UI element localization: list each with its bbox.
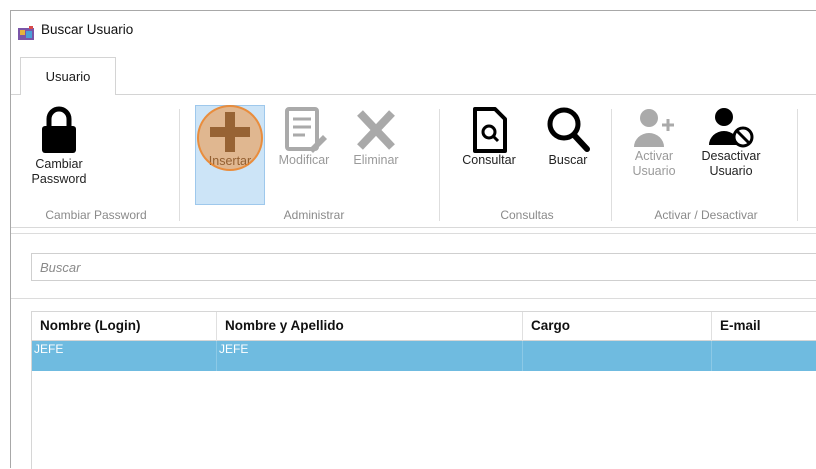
consult-label: Consultar <box>462 153 516 167</box>
deactivate-user-label-line1: Desactivar <box>701 149 761 163</box>
column-header-cargo[interactable]: Cargo <box>523 312 712 341</box>
insert-label: Insertar <box>208 154 252 168</box>
change-password-button[interactable]: Cambiar Password <box>19 101 99 201</box>
group-separator <box>611 109 612 221</box>
group-label-administrar: Administrar <box>283 208 345 222</box>
modify-button[interactable]: Modificar <box>267 101 341 201</box>
close-icon <box>357 110 395 150</box>
group-separator <box>797 109 798 221</box>
delete-button[interactable]: Eliminar <box>341 101 411 201</box>
table-row[interactable]: JEFE JEFE <box>32 341 816 371</box>
deactivate-user-button[interactable]: Desactivar Usuario <box>691 101 771 201</box>
tab-strip: Usuario <box>11 57 816 95</box>
users-table: Nombre (Login) Nombre y Apellido Cargo E… <box>31 311 816 469</box>
activate-user-label-line2: Usuario <box>632 164 676 178</box>
group-separator <box>179 109 180 221</box>
cell-cargo <box>523 341 712 371</box>
search-input[interactable] <box>31 253 816 281</box>
search-label: Buscar <box>548 153 588 167</box>
group-label-consultas: Consultas <box>500 208 554 222</box>
document-search-icon <box>473 107 507 153</box>
group-label-cambiar-password: Cambiar Password <box>45 208 147 222</box>
modify-label: Modificar <box>278 153 330 167</box>
activate-user-label-line1: Activar <box>634 149 674 163</box>
column-header-nombre[interactable]: Nombre y Apellido <box>217 312 523 341</box>
table-header: Nombre (Login) Nombre y Apellido Cargo E… <box>32 311 816 341</box>
lock-icon <box>42 106 76 153</box>
consult-button[interactable]: Consultar <box>449 101 529 201</box>
app-icon <box>18 26 34 40</box>
search-icon <box>547 107 590 152</box>
column-header-login[interactable]: Nombre (Login) <box>32 312 217 341</box>
window-title: Buscar Usuario <box>41 22 134 37</box>
search-area <box>11 233 816 299</box>
column-header-email[interactable]: E-mail <box>712 312 816 341</box>
ribbon-divider <box>11 227 816 228</box>
delete-label: Eliminar <box>353 153 399 167</box>
activate-user-button[interactable]: Activar Usuario <box>623 101 685 201</box>
insert-button[interactable]: Insertar <box>195 105 265 205</box>
group-separator <box>439 109 440 221</box>
cell-nombre: JEFE <box>217 341 523 371</box>
title-bar: Buscar Usuario <box>11 11 816 49</box>
cell-email <box>712 341 816 371</box>
cell-login: JEFE <box>32 341 217 371</box>
tab-usuario[interactable]: Usuario <box>20 57 116 95</box>
plus-icon <box>210 112 250 152</box>
deactivate-user-label-line2: Usuario <box>709 164 753 178</box>
group-label-activar-desactivar: Activar / Desactivar <box>654 208 758 222</box>
user-add-icon <box>634 109 674 147</box>
search-button[interactable]: Buscar <box>535 101 601 201</box>
change-password-label-line1: Cambiar <box>35 157 83 171</box>
main-window: Buscar Usuario Usuario Cambiar Password … <box>10 10 816 469</box>
user-block-icon <box>709 108 754 148</box>
ribbon: Cambiar Password Cambiar Password Insert… <box>11 95 816 228</box>
edit-icon <box>285 107 327 153</box>
change-password-label-line2: Password <box>31 172 87 186</box>
